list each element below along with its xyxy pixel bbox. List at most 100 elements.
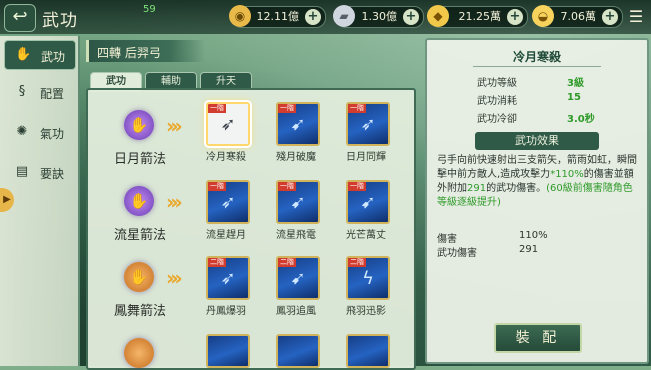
skill-icon[interactable]: 一階 ➶ — [346, 102, 390, 146]
add-gold-ingot-button[interactable]: + — [507, 9, 523, 25]
skill-icon[interactable]: 二階 ➶ — [206, 256, 250, 300]
skill-title: 冷月寒殺 — [512, 50, 561, 64]
sidebar-item-qigong[interactable]: ✺ 氣功 — [4, 118, 74, 146]
stat-label: 武功冷卻 — [477, 114, 517, 125]
row-name: 流星箭法 — [114, 228, 167, 243]
chevron-right-icon: ››› — [166, 266, 183, 290]
arrow-icon: ➹ — [360, 192, 376, 213]
stat-value: 15 — [567, 92, 581, 103]
sidebar-item-label: 武功 — [41, 50, 66, 64]
skill-name: 殘月破魔 — [276, 152, 316, 163]
character-name: 四轉 后羿弓 — [97, 46, 161, 60]
resource-yuanbao: ◒ 7.06萬 + — [532, 5, 623, 28]
qigong-icon: ✺ — [16, 124, 28, 139]
resource-value: 1.30億 — [361, 10, 398, 23]
arrow-icon: ➹ — [290, 114, 306, 135]
character-bar: 四轉 后羿弓 — [86, 40, 205, 62]
skill-icon[interactable]: 一階 ➹ — [346, 180, 390, 224]
resource-silver: ▰ 1.30億 + — [333, 5, 424, 28]
row-name: 日月箭法 — [114, 152, 167, 167]
skill-name: 丹鳳爆羽 — [206, 306, 246, 317]
resource-value: 12.11億 — [256, 10, 300, 23]
info-label: 武功傷害 — [437, 248, 477, 259]
info-value: 291 — [519, 244, 539, 255]
skill-name: 飛羽迅影 — [346, 306, 386, 317]
bow-icon: ➶ — [360, 114, 376, 135]
sidebar-item-config[interactable]: § 配置 — [4, 78, 74, 106]
silver-ingot-icon: ▰ — [333, 5, 355, 27]
skill-icon[interactable] — [276, 334, 320, 368]
sun-moon-arrow-icon: ✋ — [124, 110, 154, 140]
martial-arts-icon: ✋ — [15, 47, 32, 62]
skill-tier: 一階 — [348, 104, 366, 113]
phoenix-arrow-icon: ✋ — [124, 262, 154, 292]
back-arrow-icon[interactable]: ↩ — [4, 4, 36, 32]
resource-value: 21.25萬 — [458, 10, 502, 23]
skill-tier: 二階 — [208, 258, 226, 267]
resource-gold-ingot: ◆ 21.25萬 + — [427, 5, 528, 28]
skill-icon[interactable] — [206, 334, 250, 368]
level-number: 59 — [143, 4, 156, 15]
skill-tree-panel: ✋ 日月箭法 ››› 一階 ➶ 冷月寒殺 一階 ➹ 殘月破魔 一階 ➶ 日月同輝… — [86, 88, 416, 370]
sidebar-item-label: 要訣 — [40, 167, 65, 181]
stat-value: 3.0秒 — [567, 114, 595, 125]
equip-button[interactable]: 裝 配 — [494, 323, 582, 353]
skill-tier: 一階 — [348, 182, 366, 191]
resource-value: 7.06萬 — [560, 10, 597, 23]
arrow-icon: ➹ — [290, 192, 306, 213]
skill-icon[interactable]: 一階 ➹ — [276, 102, 320, 146]
skill-icon[interactable]: 一階 ➶ — [206, 102, 250, 146]
manual-icon: ▤ — [15, 164, 29, 179]
bow-icon: ➶ — [220, 268, 236, 289]
info-label: 傷害 — [437, 234, 457, 245]
skill-tier: 一階 — [278, 104, 296, 113]
resource-coin: ◉ 12.11億 + — [229, 5, 326, 28]
skill-icon[interactable]: 二階 ➹ — [276, 256, 320, 300]
stat-value: 3級 — [567, 78, 584, 89]
sidebar-item-label: 配置 — [40, 87, 65, 101]
info-value: 110% — [519, 230, 548, 241]
arrow-icon: ➹ — [290, 268, 306, 289]
skill-tier: 二階 — [348, 258, 366, 267]
sidebar-item-martial-arts[interactable]: ✋ 武功 — [4, 40, 76, 70]
skill-tier: 一階 — [208, 104, 226, 113]
skill-icon[interactable] — [346, 334, 390, 368]
coin-icon: ◉ — [229, 5, 251, 27]
skill-icon[interactable]: 一階 ➶ — [206, 180, 250, 224]
skill-tier: 二階 — [278, 258, 296, 267]
bow-icon: ➶ — [220, 114, 236, 135]
add-yuanbao-button[interactable]: + — [602, 9, 618, 25]
lightning-icon: ϟ — [362, 268, 374, 289]
gold-ingot-icon: ◆ — [427, 5, 449, 27]
skill-tier: 一階 — [208, 182, 226, 191]
config-icon: § — [18, 84, 26, 99]
top-bar: ↩ 武功 59 ◉ 12.11億 + ▰ 1.30億 + ◆ 21.25萬 + … — [0, 0, 651, 34]
sidebar-item-manual[interactable]: ▤ 要訣 — [4, 158, 74, 186]
desc-highlight: *110% — [550, 169, 584, 180]
stat-label: 武功等級 — [477, 78, 517, 89]
row-name: 鳳舞箭法 — [114, 304, 167, 319]
bow-icon: ➶ — [220, 192, 236, 213]
skill-name: 流星飛電 — [276, 230, 316, 241]
skill-name: 鳳羽追風 — [276, 306, 316, 317]
desc-text: 的武功傷害。 — [486, 183, 547, 194]
skill-name: 流星趕月 — [206, 230, 246, 241]
add-silver-button[interactable]: + — [403, 9, 419, 25]
divider — [473, 66, 601, 67]
yuanbao-icon: ◒ — [532, 5, 554, 27]
skill-icon[interactable]: 二階 ϟ — [346, 256, 390, 300]
skill-detail-panel: 冷月寒殺 武功等級 3級 武功消耗 15 武功冷卻 3.0秒 武功效果 弓手向前… — [425, 38, 649, 364]
chevron-right-icon: ››› — [166, 190, 183, 214]
effect-header: 武功效果 — [475, 132, 599, 150]
skill-tier: 一階 — [278, 182, 296, 191]
page-title: 武功 — [42, 11, 78, 31]
skill-name: 日月同輝 — [346, 152, 386, 163]
menu-icon[interactable]: ☰ — [626, 7, 646, 27]
desc-highlight: 291 — [467, 183, 487, 194]
sidebar-item-label: 氣功 — [40, 127, 65, 141]
add-coin-button[interactable]: + — [305, 9, 321, 25]
skill-name: 冷月寒殺 — [206, 152, 246, 163]
skill-name: 光芒萬丈 — [346, 230, 386, 241]
stat-label: 武功消耗 — [477, 96, 517, 107]
skill-icon[interactable]: 一階 ➹ — [276, 180, 320, 224]
